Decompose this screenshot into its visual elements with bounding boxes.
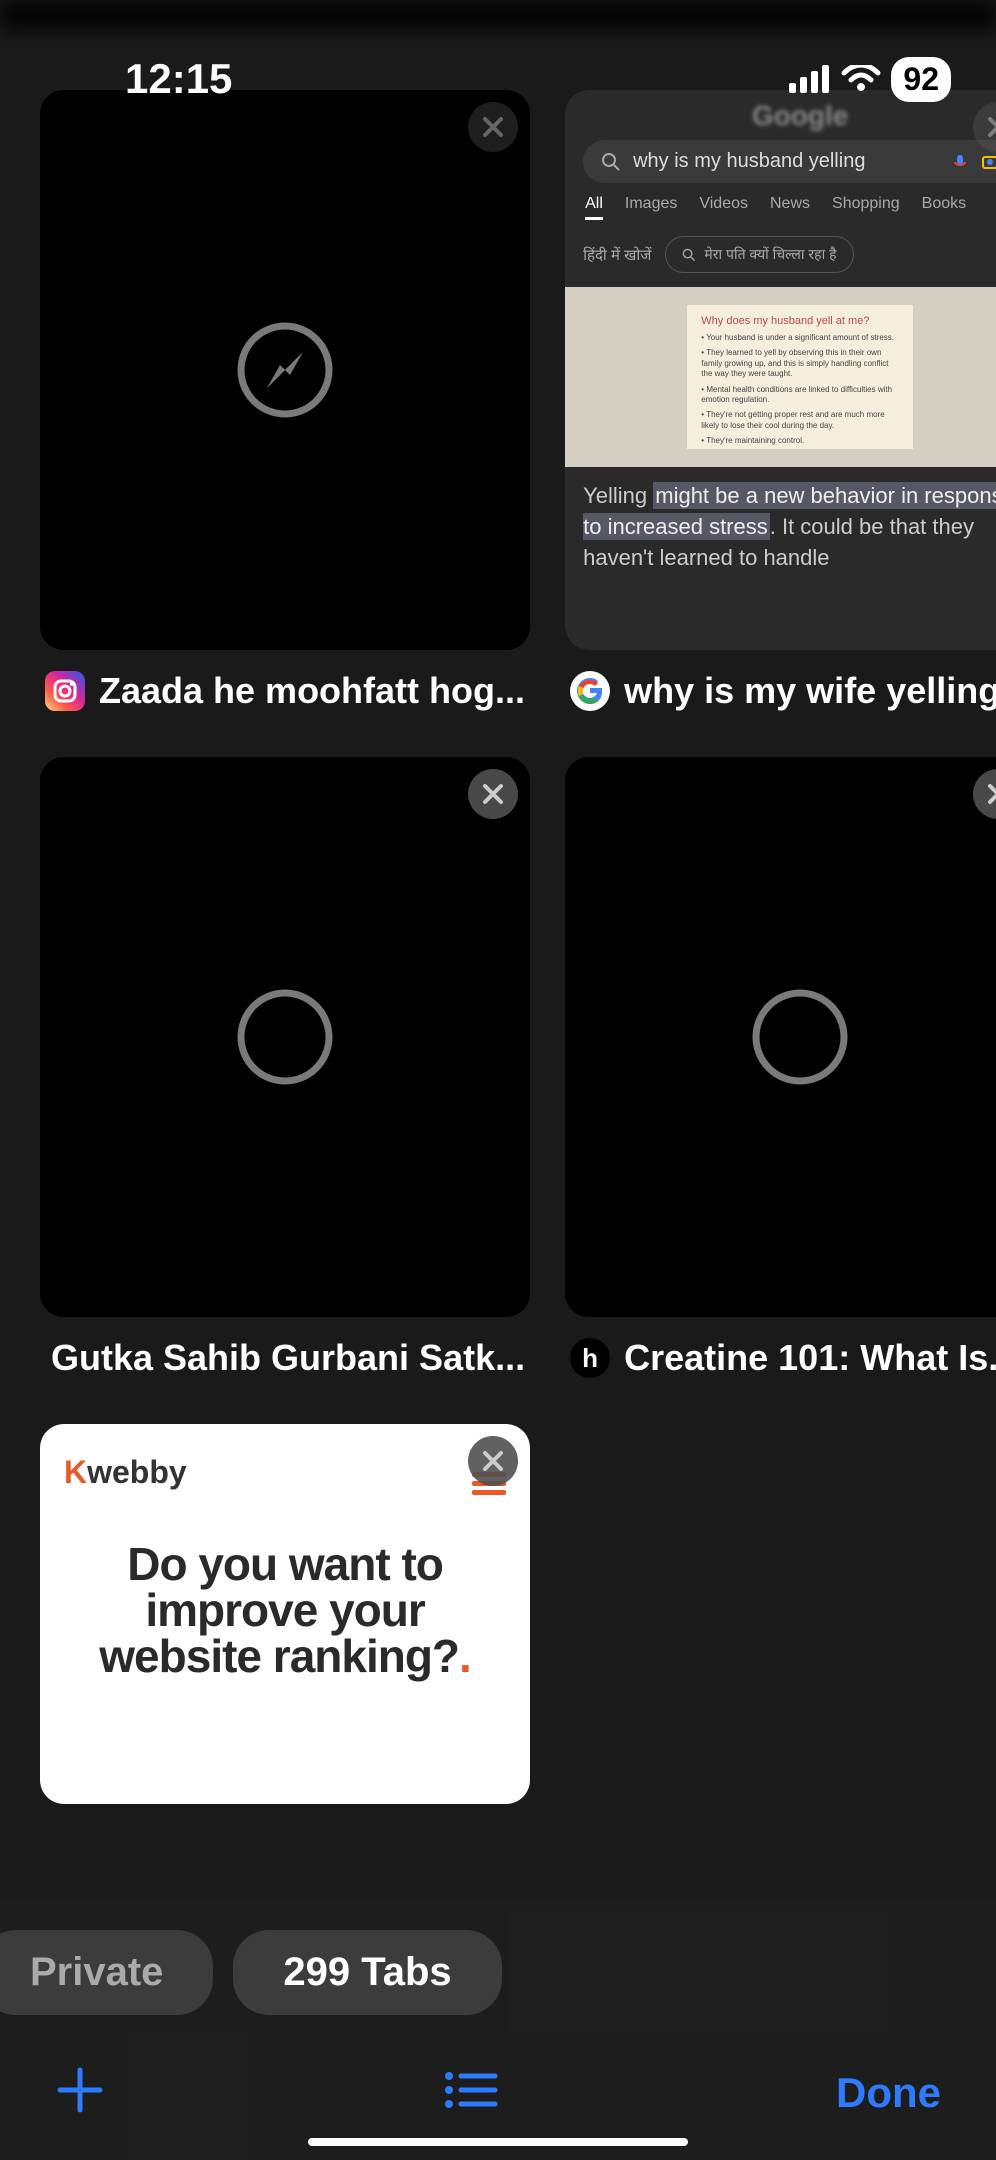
close-icon xyxy=(482,783,504,805)
compass-icon xyxy=(750,987,850,1087)
tab-title: why is my wife yelling... xyxy=(624,670,996,712)
tab-preview[interactable] xyxy=(565,757,996,1317)
featured-snippet-image: Why does my husband yell at me? • Your h… xyxy=(565,287,996,467)
list-icon xyxy=(443,2070,499,2110)
google-search-preview: Google why is my husband yelling All Ima… xyxy=(565,90,996,650)
tab-title: Creatine 101: What Is... xyxy=(624,1337,996,1379)
new-tab-button[interactable] xyxy=(55,2065,105,2120)
tab-preview[interactable] xyxy=(40,90,530,650)
close-icon xyxy=(482,1450,504,1472)
bottom-toolbar: Private 299 Tabs Done xyxy=(0,1900,996,2160)
status-indicators: 92 xyxy=(789,57,951,102)
compass-icon xyxy=(235,987,335,1087)
search-result-tabs: All Images Videos News Shopping Books xyxy=(565,195,996,230)
featured-snippet-text: Yelling might be a new behavior in respo… xyxy=(565,467,996,587)
tab-card[interactable]: Zaada he moohfatt hog... xyxy=(40,90,530,712)
instagram-icon xyxy=(45,671,85,711)
tabs-count-button[interactable]: 299 Tabs xyxy=(233,1930,501,2015)
private-tabs-button[interactable]: Private xyxy=(0,1930,213,2015)
healthline-icon: h xyxy=(570,1338,610,1378)
kwebby-headline: Do you want to improve your website rank… xyxy=(64,1541,506,1679)
lens-icon xyxy=(981,153,996,171)
tab-card[interactable]: Google why is my husband yelling All Ima… xyxy=(565,90,996,712)
tab-preview[interactable]: Kwebby Do you want to improve your websi… xyxy=(40,1424,530,1804)
tab-preview[interactable] xyxy=(40,757,530,1317)
tab-card[interactable]: Gutka Sahib Gurbani Satk... xyxy=(40,757,530,1379)
close-icon xyxy=(987,116,996,138)
tab-list-button[interactable] xyxy=(443,2070,499,2115)
mic-icon xyxy=(951,153,969,171)
tab-group-segments: Private 299 Tabs xyxy=(0,1930,996,2045)
tab-title: Zaada he moohfatt hog... xyxy=(99,670,525,712)
tab-card[interactable]: h Creatine 101: What Is... xyxy=(565,757,996,1379)
tab-title: Gutka Sahib Gurbani Satk... xyxy=(51,1337,525,1379)
battery-indicator: 92 xyxy=(891,57,951,102)
close-icon xyxy=(482,116,504,138)
cellular-signal-icon xyxy=(789,65,831,93)
search-icon xyxy=(682,248,696,262)
wifi-icon xyxy=(841,65,881,93)
status-bar: 12:15 92 xyxy=(0,55,996,103)
home-indicator[interactable] xyxy=(308,2138,688,2146)
done-button[interactable]: Done xyxy=(836,2069,941,2117)
plus-icon xyxy=(55,2065,105,2115)
kwebby-preview: Kwebby Do you want to improve your websi… xyxy=(40,1424,530,1804)
google-logo: Google xyxy=(565,100,996,132)
tab-card[interactable]: Kwebby Do you want to improve your websi… xyxy=(40,1424,530,1804)
close-tab-button[interactable] xyxy=(468,1436,518,1486)
close-icon xyxy=(987,783,996,805)
search-icon xyxy=(601,152,621,172)
google-icon xyxy=(570,671,610,711)
hindi-search-row: हिंदी में खोजें मेरा पति क्यों चिल्ला रह… xyxy=(565,230,996,287)
compass-icon xyxy=(235,320,335,420)
tab-preview[interactable]: Google why is my husband yelling All Ima… xyxy=(565,90,996,650)
tab-grid: Zaada he moohfatt hog... Google why is m… xyxy=(40,90,956,1804)
kwebby-logo: Kwebby xyxy=(64,1454,506,1491)
close-tab-button[interactable] xyxy=(468,769,518,819)
search-bar: why is my husband yelling xyxy=(583,140,996,183)
status-time: 12:15 xyxy=(45,55,232,103)
close-tab-button[interactable] xyxy=(468,102,518,152)
